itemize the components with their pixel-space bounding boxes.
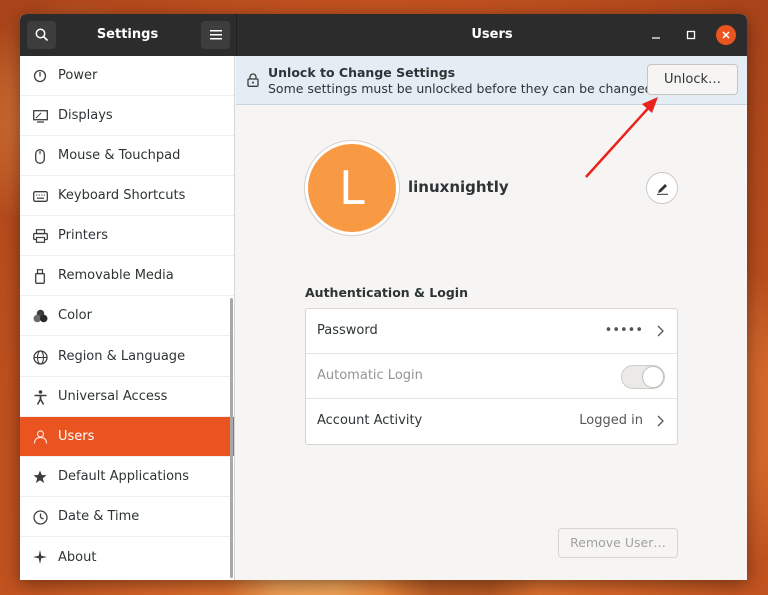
sidebar-item-label: About bbox=[58, 549, 97, 565]
maximize-button[interactable] bbox=[681, 25, 701, 45]
sidebar-item-label: Mouse & Touchpad bbox=[58, 148, 181, 163]
automatic-login-row: Automatic Login bbox=[306, 354, 677, 399]
sidebar-item-power[interactable]: Power bbox=[20, 56, 234, 96]
unlock-button[interactable]: Unlock… bbox=[647, 64, 738, 95]
toggle-knob bbox=[642, 366, 664, 388]
avatar[interactable]: L bbox=[305, 141, 399, 235]
mouse-icon bbox=[32, 148, 48, 164]
infobar-title: Unlock to Change Settings bbox=[268, 65, 456, 80]
printer-icon bbox=[32, 228, 48, 244]
account-activity-value: Logged in bbox=[579, 413, 643, 428]
accessibility-icon bbox=[32, 389, 48, 405]
star-icon bbox=[32, 469, 48, 485]
globe-icon bbox=[32, 349, 48, 365]
sidebar-item-label: Power bbox=[58, 68, 98, 83]
account-activity-row[interactable]: Account Activity Logged in bbox=[306, 399, 677, 444]
chevron-right-icon bbox=[657, 415, 664, 427]
sidebar-item-label: Color bbox=[58, 308, 92, 323]
sidebar-item-date-time[interactable]: Date & Time bbox=[20, 497, 234, 537]
sidebar-scrollbar[interactable] bbox=[230, 298, 233, 578]
sidebar-item-mouse-touchpad[interactable]: Mouse & Touchpad bbox=[20, 136, 234, 176]
sidebar-item-displays[interactable]: Displays bbox=[20, 96, 234, 136]
auth-list: Password ••••• Automatic Login Account A… bbox=[305, 308, 678, 445]
sidebar-title: Settings bbox=[96, 27, 159, 42]
sidebar-item-label: Removable Media bbox=[58, 268, 174, 283]
sidebar-item-default-applications[interactable]: Default Applications bbox=[20, 457, 234, 497]
sparkle-icon bbox=[32, 549, 48, 565]
username-label: linuxnightly bbox=[408, 178, 509, 196]
chevron-right-icon bbox=[657, 325, 664, 337]
password-row[interactable]: Password ••••• bbox=[306, 309, 677, 354]
automatic-login-toggle[interactable] bbox=[621, 365, 665, 389]
menu-button[interactable] bbox=[201, 21, 230, 49]
sidebar-item-label: Printers bbox=[58, 228, 109, 243]
sidebar-item-printers[interactable]: Printers bbox=[20, 216, 234, 256]
page-title: Users bbox=[471, 27, 513, 42]
sidebar-item-universal-access[interactable]: Universal Access bbox=[20, 377, 234, 417]
users-icon bbox=[32, 429, 48, 445]
clock-icon bbox=[32, 509, 48, 525]
sidebar-item-color[interactable]: Color bbox=[20, 296, 234, 336]
sidebar-item-label: Displays bbox=[58, 108, 113, 123]
display-icon bbox=[32, 108, 48, 124]
sidebar-item-removable-media[interactable]: Removable Media bbox=[20, 256, 234, 296]
sidebar-item-about[interactable]: About bbox=[20, 537, 234, 577]
sidebar-item-label: Date & Time bbox=[58, 509, 140, 524]
search-button[interactable] bbox=[27, 21, 56, 49]
sidebar-item-label: Users bbox=[58, 429, 95, 444]
lock-icon bbox=[247, 73, 259, 87]
sidebar-item-users[interactable]: Users bbox=[20, 417, 234, 457]
password-value: ••••• bbox=[604, 323, 643, 338]
sidebar-item-label: Keyboard Shortcuts bbox=[58, 188, 186, 203]
automatic-login-label: Automatic Login bbox=[317, 368, 423, 383]
sidebar-item-label: Region & Language bbox=[58, 349, 186, 364]
pencil-icon bbox=[656, 183, 668, 195]
color-icon bbox=[32, 308, 48, 324]
close-button[interactable] bbox=[716, 25, 736, 45]
search-icon bbox=[35, 28, 48, 42]
password-label: Password bbox=[317, 323, 378, 338]
remove-user-button[interactable]: Remove User… bbox=[558, 528, 678, 558]
sidebar-item-keyboard-shortcuts[interactable]: Keyboard Shortcuts bbox=[20, 176, 234, 216]
minimize-button[interactable] bbox=[646, 25, 666, 45]
sidebar: Power Displays Mouse & Touchpad Keyboard… bbox=[20, 56, 235, 580]
close-icon bbox=[722, 31, 730, 39]
usb-icon bbox=[32, 268, 48, 284]
minimize-icon bbox=[652, 37, 660, 39]
auth-section-title: Authentication & Login bbox=[305, 285, 468, 300]
red-annotation-arrow bbox=[585, 97, 658, 178]
sidebar-item-region-language[interactable]: Region & Language bbox=[20, 337, 234, 377]
maximize-icon bbox=[686, 30, 696, 40]
unlock-infobar: Unlock to Change Settings Some settings … bbox=[236, 56, 747, 105]
account-activity-label: Account Activity bbox=[317, 413, 423, 428]
sidebar-item-label: Universal Access bbox=[58, 389, 168, 404]
keyboard-icon bbox=[32, 188, 48, 204]
power-icon bbox=[32, 68, 48, 84]
sidebar-item-label: Default Applications bbox=[58, 469, 190, 484]
users-panel: L linuxnightly Authentication & Login Pa… bbox=[236, 105, 747, 580]
hamburger-icon bbox=[209, 30, 222, 40]
titlebar: Settings Users bbox=[20, 14, 747, 56]
